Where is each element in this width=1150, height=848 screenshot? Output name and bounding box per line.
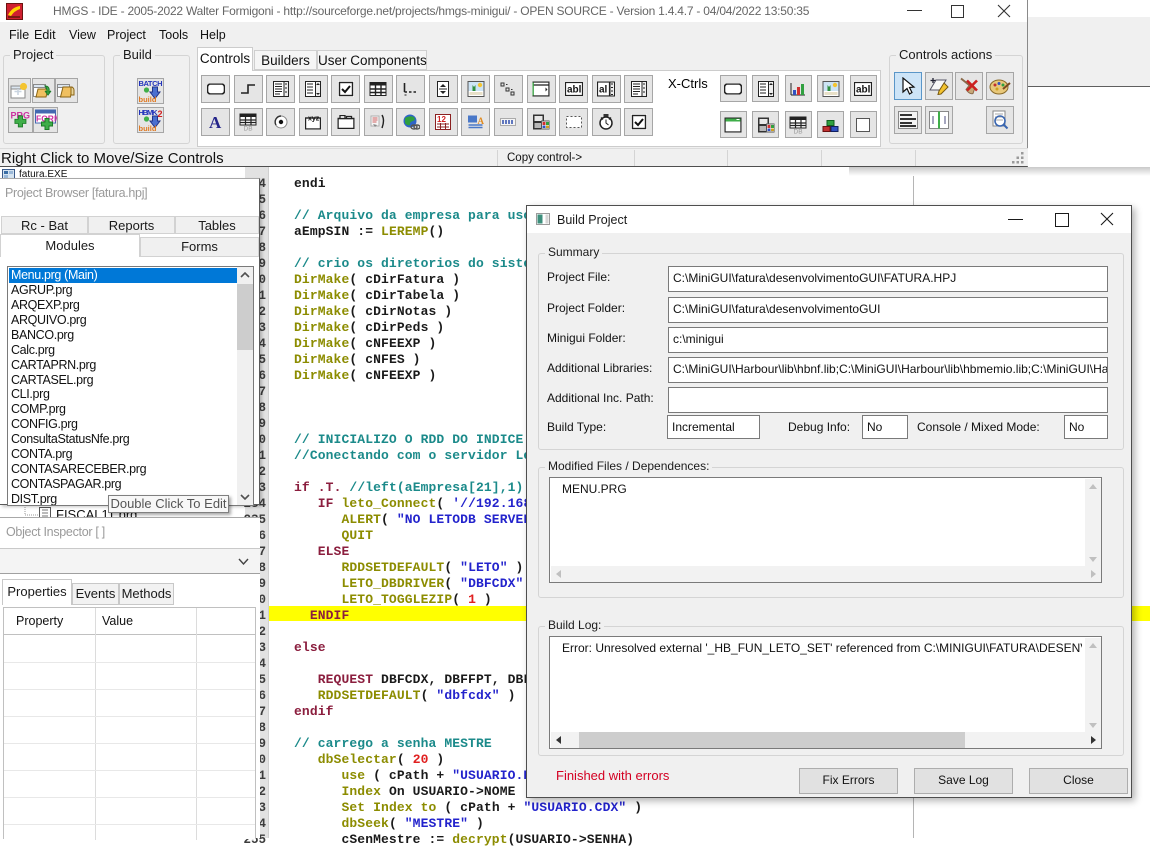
- svg-text:BATCH: BATCH: [138, 79, 162, 88]
- svg-text:DB: DB: [244, 126, 253, 131]
- svg-text:A: A: [477, 116, 484, 126]
- svg-text:build: build: [138, 95, 156, 103]
- svg-text:A: A: [209, 114, 222, 130]
- svg-text:al: al: [599, 85, 608, 96]
- svg-text:DB: DB: [794, 128, 803, 133]
- svg-text:abl: abl: [567, 85, 582, 96]
- svg-text:12: 12: [437, 115, 446, 124]
- svg-text:xyz: xyz: [308, 116, 320, 123]
- svg-text:build: build: [138, 124, 156, 132]
- svg-text:abl: abl: [856, 84, 871, 95]
- svg-text:2: 2: [157, 109, 162, 119]
